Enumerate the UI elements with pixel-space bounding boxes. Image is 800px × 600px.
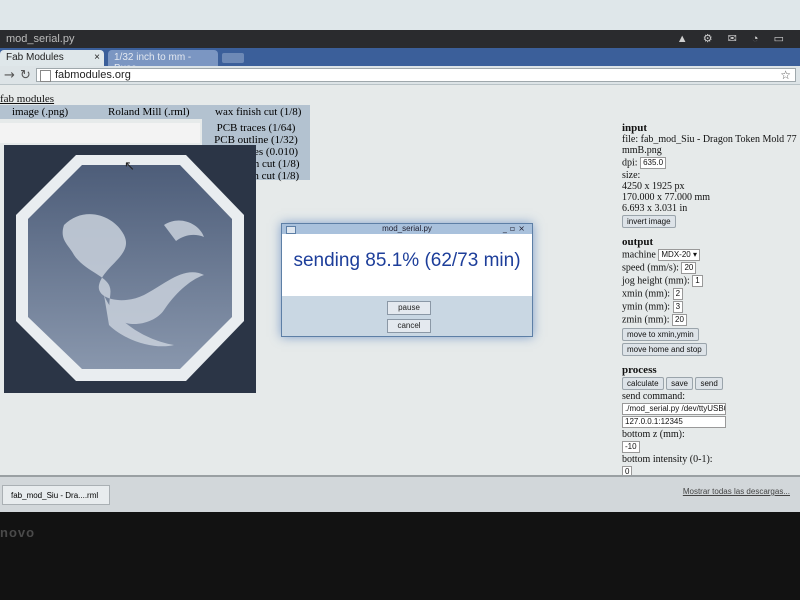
toolpath-image [4,145,256,393]
laptop-brand: novo [0,525,36,540]
dpi-field[interactable]: 635.0 [640,157,667,169]
forward-icon[interactable]: → [4,68,15,83]
system-top-bar: mod_serial.py ▲ ⚙ ✉ ◔ ▭ [0,30,800,48]
tray-icons[interactable]: ▲ ⚙ ✉ ◔ ▭ [677,32,790,45]
send-button[interactable]: send [695,377,723,390]
dialog-titlebar[interactable]: mod_serial.py _▫× [282,224,532,234]
file-name: fab_mod_Siu - Dragon Token Mold 77 mmB.p… [622,134,797,156]
output-format-menu[interactable]: Roland Mill (.rml) [108,106,190,118]
ymin-label: ymin (mm): [622,301,671,313]
cancel-button[interactable]: cancel [387,319,431,333]
speed-field[interactable]: 20 [681,262,697,274]
process-menu[interactable]: wax finish cut (1/8) [215,106,301,118]
machine-value: MDX-20 [661,250,691,259]
invert-image-button[interactable]: invert image [622,215,676,228]
move-to-xmin-ymin-button[interactable]: move to xmin,ymin [622,328,699,341]
input-heading: input [622,122,648,134]
bookmark-star-icon[interactable]: ☆ [780,68,791,82]
tab-search[interactable]: 1/32 inch to mm - Busc [108,50,218,74]
bottom-intensity-label: bottom intensity (0-1): [622,454,713,465]
mouse-pointer-icon: ↖ [124,159,135,174]
size-px: 4250 x 1925 px [622,181,685,192]
active-window-title: mod_serial.py [6,33,75,45]
fab-modules-link[interactable]: fab modules [0,93,54,105]
xmin-field[interactable]: 2 [672,288,684,300]
process-heading: process [622,364,657,376]
dialog-body: sending 85.1% (62/73 min) [282,234,532,296]
size-in: 6.693 x 3.031 in [622,203,688,214]
url-text: fabmodules.org [55,69,131,81]
laptop-bezel [0,512,800,600]
save-button[interactable]: save [666,377,693,390]
ymin-field[interactable]: 3 [672,301,684,313]
window-controls[interactable]: _▫× [503,224,528,233]
speed-label: speed (mm/s): [622,262,679,274]
xmin-label: xmin (mm): [622,288,671,300]
move-home-and-stop-button[interactable]: move home and stop [622,343,707,356]
tab-fab-modules[interactable]: Fab Modules × [0,50,104,66]
close-tab-icon[interactable]: × [94,52,100,63]
pause-button[interactable]: pause [387,301,431,315]
browser-tab-strip: Fab Modules × 1/32 inch to mm - Busc [0,48,800,74]
module-menu-bar: image (.png) Roland Mill (.rml) wax fini… [0,105,310,119]
machine-select[interactable]: MDX-20 ▾ [658,249,700,261]
dragon-mold-image [4,145,256,393]
dialog-title: mod_serial.py [382,224,432,233]
send-command-field[interactable]: ./mod_serial.py /dev/ttyUSB0 [622,403,726,415]
calculate-button[interactable]: calculate [622,377,664,390]
zmin-field[interactable]: 20 [672,314,687,326]
downloads-bar: fab_mod_Siu - Dra....rml Mostrar todas l… [0,475,800,512]
url-field[interactable]: fabmodules.org ☆ [36,68,796,82]
screen: mod_serial.py ▲ ⚙ ✉ ◔ ▭ Fab Modules × 1/… [0,0,800,512]
file-label: file: [622,134,639,145]
jog-height-field[interactable]: 1 [692,275,703,287]
dropdown-option[interactable]: PCB traces (1/64) [202,122,310,134]
zmin-label: zmin (mm): [622,314,670,326]
bottom-z-label: bottom z (mm): [622,429,685,440]
input-format-menu[interactable]: image (.png) [12,106,68,118]
tab-label: Fab Modules [6,52,64,63]
sending-status: sending 85.1% (62/73 min) [293,250,521,271]
send-command-label: send command: [622,391,686,402]
size-mm: 170.000 x 77.000 mm [622,192,711,203]
reload-icon[interactable]: ↻ [20,68,31,83]
dpi-label: dpi: [622,157,638,169]
machine-label: machine [622,249,656,261]
server-field[interactable]: 127.0.0.1:12345 [622,416,726,428]
page-icon [40,70,51,82]
output-heading: output [622,236,654,248]
bottom-z-field[interactable]: -10 [622,441,640,453]
new-tab-button[interactable] [222,53,244,63]
mod-serial-dialog: mod_serial.py _▫× sending 85.1% (62/73 m… [281,223,533,337]
show-all-downloads-link[interactable]: Mostrar todas las descargas... [683,487,790,496]
window-icon [286,226,296,234]
jog-height-label: jog height (mm): [622,275,690,287]
settings-panel: input file: fab_mod_Siu - Dragon Token M… [622,123,800,479]
image-header-area [0,123,200,143]
download-item[interactable]: fab_mod_Siu - Dra....rml [2,485,110,505]
size-label: size: [622,170,641,181]
address-bar-row: → ↻ fabmodules.org ☆ [0,66,800,85]
